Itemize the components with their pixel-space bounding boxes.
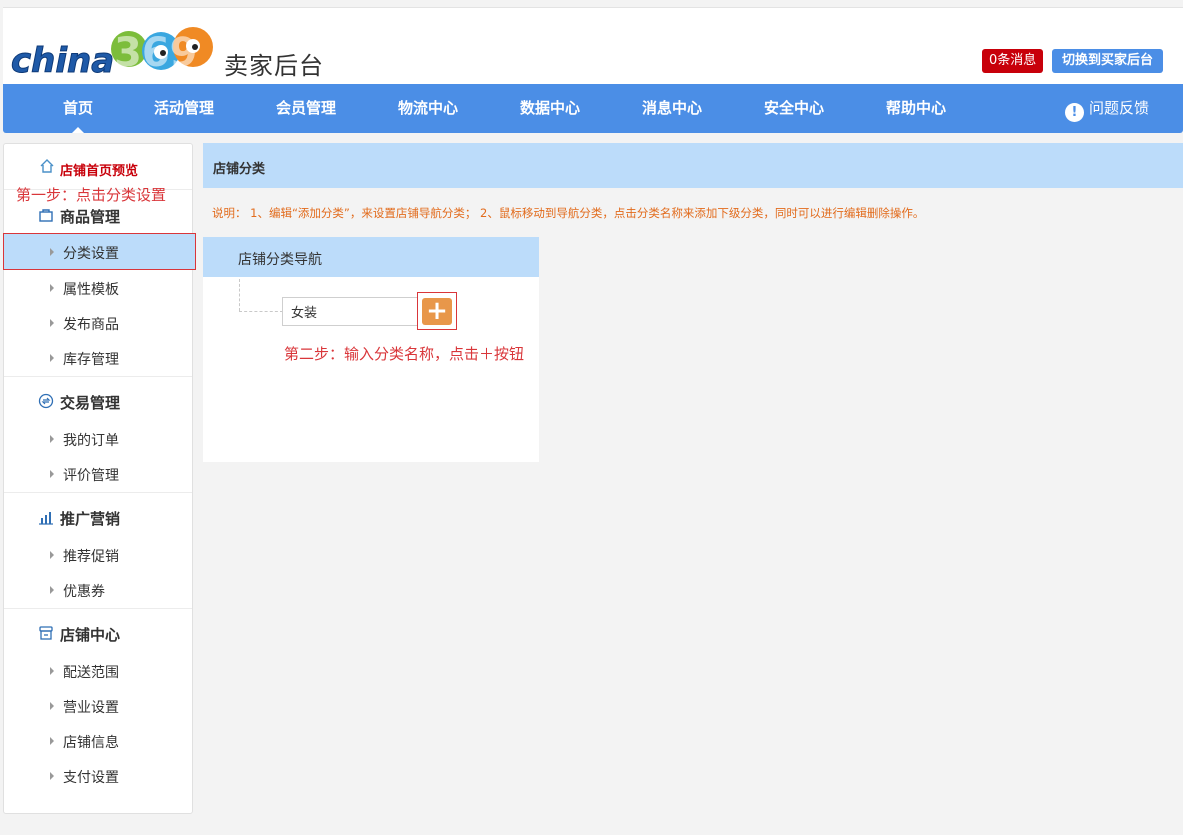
sidebar-item-label: 优惠券 (63, 584, 105, 600)
nav-help-center[interactable]: 帮助中心 (866, 84, 966, 133)
sidebar-item-label: 支付设置 (63, 770, 119, 786)
sidebar-item-label: 推荐促销 (63, 549, 119, 565)
tree-connector (239, 279, 240, 311)
caret-right-icon (50, 470, 54, 478)
main-nav: 首页 活动管理 会员管理 物流中心 数据中心 消息中心 安全中心 帮助中心 ! 问… (3, 84, 1183, 133)
sidebar-item-label: 我的订单 (63, 433, 119, 449)
sidebar-item-attribute-template[interactable]: 属性模板 (4, 270, 192, 305)
sidebar-divider (4, 608, 192, 609)
nav-data-center[interactable]: 数据中心 (500, 84, 600, 133)
nav-activity-management[interactable]: 活动管理 (134, 84, 234, 133)
nav-home[interactable]: 首页 (28, 84, 128, 133)
group-title: 商品管理 (60, 208, 121, 226)
caret-right-icon (50, 319, 54, 327)
sidebar-item-store-info[interactable]: 店铺信息 (4, 723, 192, 758)
store-icon (39, 626, 53, 640)
sidebar-divider (4, 376, 192, 377)
sidebar-item-business-settings[interactable]: 营业设置 (4, 688, 192, 723)
caret-right-icon (50, 284, 54, 292)
tree-connector (239, 311, 283, 312)
sidebar-item-delivery-range[interactable]: 配送范围 (4, 653, 192, 688)
caret-right-icon (50, 248, 54, 256)
panel-header: 店铺分类 (203, 143, 1183, 188)
sidebar-item-label: 分类设置 (63, 246, 119, 262)
sidebar-divider (4, 492, 192, 493)
china369-logo[interactable]: china 369 (11, 22, 221, 82)
feedback-link[interactable]: ! 问题反馈 (1065, 84, 1149, 133)
sidebar-item-label: 库存管理 (63, 352, 119, 368)
sidebar-item-label: 营业设置 (63, 700, 119, 716)
sidebar-item-label: 店铺信息 (63, 735, 119, 751)
sidebar-item-category-settings[interactable]: 分类设置 (3, 233, 196, 270)
sidebar-item-coupons[interactable]: 优惠券 (4, 572, 192, 607)
sidebar-item-promotion[interactable]: 推荐促销 (4, 537, 192, 572)
sidebar-item-publish-goods[interactable]: 发布商品 (4, 305, 192, 340)
home-preview-label: 店铺首页预览 (60, 164, 139, 179)
switch-to-buyer-button[interactable]: 切换到买家后台 (1052, 49, 1164, 73)
sidebar-item-my-orders[interactable]: 我的订单 (4, 421, 192, 456)
sidebar-item-inventory[interactable]: 库存管理 (4, 340, 192, 375)
sidebar-item-label: 评价管理 (63, 468, 119, 484)
exchange-icon (38, 393, 54, 409)
page-title: 店铺分类 (213, 162, 266, 177)
caret-right-icon (50, 551, 54, 559)
caret-right-icon (50, 435, 54, 443)
site-title: 卖家后台 (224, 52, 324, 80)
caret-right-icon (50, 354, 54, 362)
top-header: china 369 卖家后台 0条消息 切换到买家后台 (3, 7, 1183, 84)
caret-right-icon (50, 702, 54, 710)
bag-icon (39, 209, 53, 222)
group-title: 店铺中心 (60, 626, 121, 644)
sidebar-group-store: 店铺中心 (4, 612, 192, 652)
group-title: 推广营销 (60, 510, 121, 528)
category-nav-box: 店铺分类导航 + 第二步：输入分类名称，点击＋按钮 (203, 237, 539, 462)
feedback-label: 问题反馈 (1089, 99, 1150, 117)
category-nav-header: 店铺分类导航 (203, 237, 539, 277)
caret-right-icon (50, 737, 54, 745)
caret-right-icon (50, 586, 54, 594)
caret-right-icon (50, 667, 54, 675)
add-button-highlight: + (417, 292, 457, 330)
messages-button[interactable]: 0条消息 (982, 49, 1044, 73)
step2-annotation: 第二步：输入分类名称，点击＋按钮 (284, 345, 525, 363)
category-name-input[interactable] (282, 297, 418, 326)
sidebar-group-trade: 交易管理 (4, 380, 192, 420)
nav-security-center[interactable]: 安全中心 (744, 84, 844, 133)
home-icon (40, 159, 54, 173)
caret-right-icon (50, 772, 54, 780)
sidebar-group-goods: 商品管理 (4, 194, 192, 234)
sidebar-item-review-management[interactable]: 评价管理 (4, 456, 192, 491)
group-title: 交易管理 (60, 394, 121, 412)
nav-member-management[interactable]: 会员管理 (256, 84, 356, 133)
nav-message-center[interactable]: 消息中心 (622, 84, 722, 133)
sidebar-group-marketing: 推广营销 (4, 496, 192, 536)
exclamation-icon: ! (1065, 103, 1084, 122)
svg-text:china: china (11, 41, 114, 81)
sidebar-item-label: 配送范围 (63, 665, 119, 681)
add-category-button[interactable]: + (422, 298, 452, 325)
bar-chart-icon (39, 512, 53, 525)
sidebar-item-label: 属性模板 (63, 282, 119, 298)
sidebar-item-payment-settings[interactable]: 支付设置 (4, 758, 192, 793)
category-nav-title: 店铺分类导航 (238, 252, 322, 268)
sidebar-item-label: 发布商品 (63, 317, 119, 333)
instructions-text: 说明： 1、编辑“添加分类”，来设置店铺导航分类； 2、鼠标移动到导航分类，点击… (212, 206, 925, 220)
sidebar: 店铺首页预览 第一步：点击分类设置 商品管理 分类设置 属性模板 发布商品 库存… (3, 143, 196, 814)
nav-logistics-center[interactable]: 物流中心 (378, 84, 478, 133)
